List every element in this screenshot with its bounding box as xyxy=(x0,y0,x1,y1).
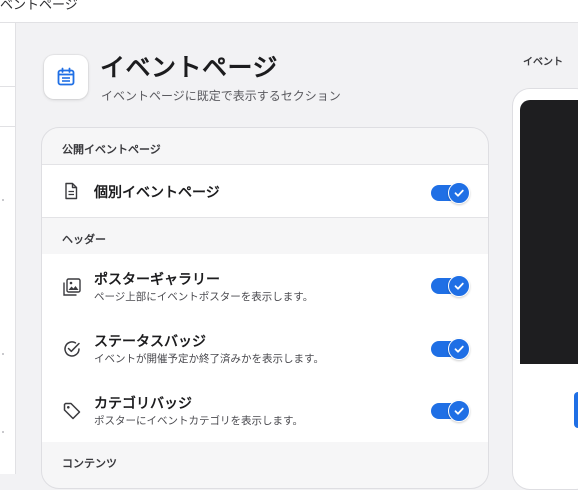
checkmark-icon xyxy=(454,345,464,353)
status-badge-toggle[interactable] xyxy=(431,338,470,360)
setting-description: イベントが開催予定か終了済みかを表示します。 xyxy=(94,353,324,365)
checkmark-icon xyxy=(454,189,464,197)
toggle-knob xyxy=(448,182,470,204)
preview-button[interactable] xyxy=(574,392,578,428)
tag-icon xyxy=(62,401,82,425)
settings-card: 公開イベントページ 個別イベントページ ヘッダー ポスターギャラリー ページ上部… xyxy=(41,127,489,489)
setting-row-individual-page: 個別イベントページ xyxy=(42,164,488,218)
page-title: イベントページ xyxy=(100,53,279,82)
setting-title: 個別イベントページ xyxy=(94,185,220,201)
window-titlebar: イベントページ xyxy=(0,0,578,23)
sidebar-marker xyxy=(2,353,4,355)
sidebar-divider xyxy=(0,86,15,87)
setting-title: カテゴリバッジ xyxy=(94,396,192,412)
page-subtitle: イベントページに既定で表示するセクション xyxy=(101,89,341,103)
setting-title: ステータスバッジ xyxy=(94,334,206,350)
section-label-public-page: 公開イベントページ xyxy=(62,143,161,156)
sidebar xyxy=(0,23,16,474)
header-icon-tile xyxy=(44,55,88,99)
document-icon xyxy=(62,182,80,204)
window-title: イベントページ xyxy=(0,0,78,13)
sidebar-marker xyxy=(2,199,4,201)
setting-description: ページ上部にイベントポスターを表示します。 xyxy=(94,291,314,303)
poster-gallery-toggle[interactable] xyxy=(431,275,470,297)
checkmark-icon xyxy=(454,282,464,290)
checkmark-circle-icon xyxy=(62,339,82,363)
toggle-knob xyxy=(448,400,470,422)
preview-poster xyxy=(520,100,578,364)
header-settings-group: ポスターギャラリー ページ上部にイベントポスターを表示します。 ステータスバッジ… xyxy=(42,254,488,442)
sidebar-marker xyxy=(2,431,4,433)
setting-title: ポスターギャラリー xyxy=(94,272,220,288)
checkmark-icon xyxy=(454,407,464,415)
toggle-knob xyxy=(448,338,470,360)
individual-page-toggle[interactable] xyxy=(431,182,470,204)
section-label-contents: コンテンツ xyxy=(62,457,117,470)
toggle-knob xyxy=(448,275,470,297)
calendar-icon xyxy=(57,67,75,86)
setting-description: ポスターにイベントカテゴリを表示します。 xyxy=(94,415,303,427)
sidebar-divider xyxy=(0,126,15,127)
section-label-header: ヘッダー xyxy=(62,233,106,246)
photo-gallery-icon xyxy=(62,277,82,301)
preview-label: イベント xyxy=(523,57,563,68)
category-badge-toggle[interactable] xyxy=(431,400,470,422)
